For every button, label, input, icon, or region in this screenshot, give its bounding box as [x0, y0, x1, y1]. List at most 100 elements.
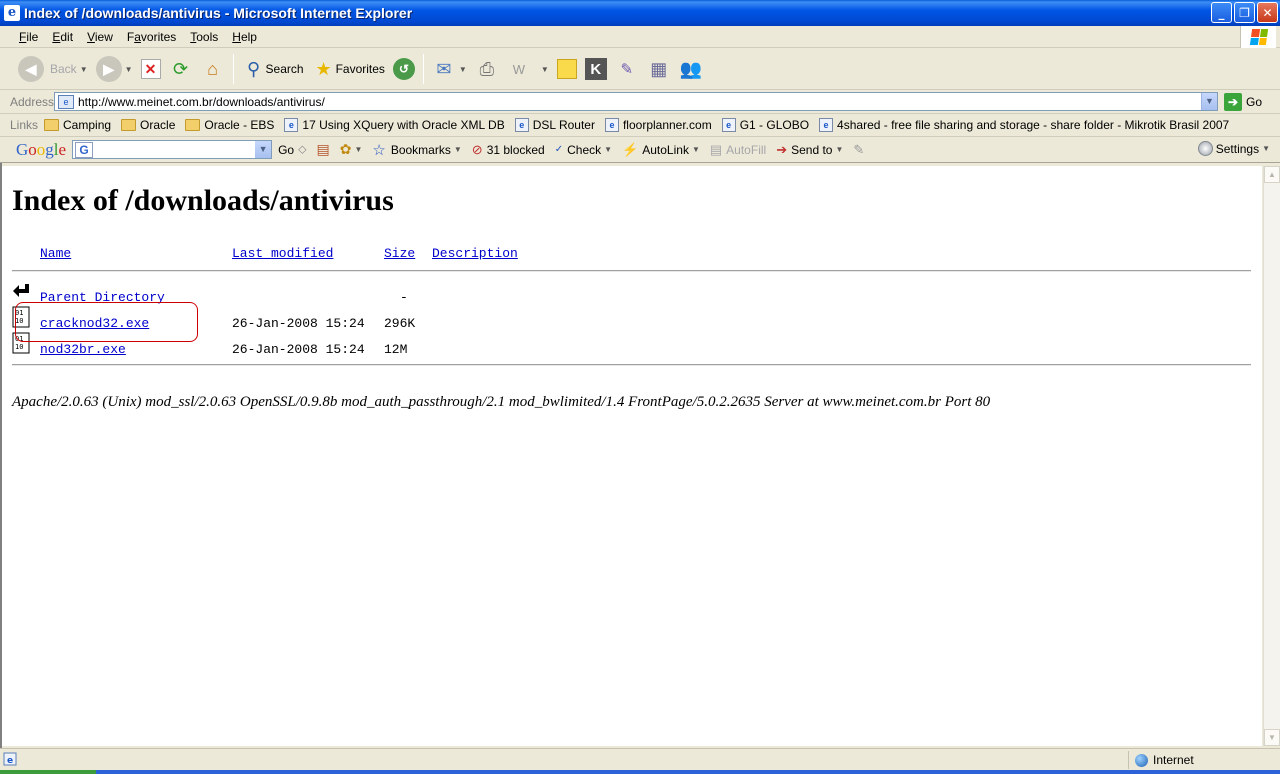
star-icon: ★: [315, 58, 332, 79]
google-g-icon: G: [75, 141, 94, 158]
close-button[interactable]: ✕: [1257, 2, 1278, 23]
home-button[interactable]: ⌂: [197, 51, 229, 87]
go-button[interactable]: ➔ Go: [1224, 92, 1262, 111]
menu-edit[interactable]: Edit: [45, 30, 80, 44]
minimize-button[interactable]: _: [1211, 2, 1232, 23]
google-search-input[interactable]: G ▼: [72, 140, 273, 159]
research-button[interactable]: ✎: [611, 51, 643, 87]
popup-blocker-icon: ⊘: [471, 141, 483, 157]
svg-text:10: 10: [15, 343, 23, 351]
link-g1-globo[interactable]: e G1 - GLOBO: [721, 118, 809, 132]
link-oracle[interactable]: Oracle: [121, 118, 175, 132]
print-button[interactable]: ⎙: [471, 51, 503, 87]
mail-icon: ✉: [436, 58, 452, 79]
link-floorplanner[interactable]: e floorplanner.com: [604, 118, 712, 132]
divider: [12, 270, 1251, 272]
menu-favorites[interactable]: Favorites: [120, 30, 183, 44]
column-header-last-modified[interactable]: Last modified: [232, 246, 333, 266]
ie-logo-icon: e: [4, 5, 20, 21]
links-bar: Links Camping Oracle Oracle - EBS e 17 Us…: [0, 114, 1280, 137]
page-title: Index of /downloads/antivirus: [12, 184, 394, 217]
windows-flag-icon: [1240, 26, 1276, 48]
menu-view[interactable]: View: [80, 30, 120, 44]
status-bar: e Internet: [0, 748, 1280, 770]
puzzle-icon[interactable]: ✿ ▼: [340, 141, 363, 158]
autofill-button[interactable]: ▤ AutoFill: [710, 142, 766, 158]
home-icon: ⌂: [207, 58, 218, 79]
highlighter-icon[interactable]: ✎: [853, 142, 864, 158]
bookmarks-button[interactable]: ☆ Bookmarks ▼: [372, 141, 461, 159]
window-title: Index of /downloads/antivirus - Microsof…: [24, 5, 413, 21]
scroll-up-button[interactable]: ▲: [1264, 166, 1280, 183]
google-go-button[interactable]: Go ⬦: [278, 142, 306, 157]
link-camping[interactable]: Camping: [44, 118, 111, 132]
messenger-button[interactable]: 👥: [675, 51, 707, 87]
send-arrow-icon: ➔: [776, 141, 788, 157]
link-oracle-ebs[interactable]: Oracle - EBS: [185, 118, 274, 132]
scroll-down-button[interactable]: ▼: [1264, 729, 1280, 746]
server-signature: Apache/2.0.63 (Unix) mod_ssl/2.0.63 Open…: [12, 394, 991, 410]
edit-button[interactable]: W ▼: [503, 51, 553, 87]
history-icon: ↺: [392, 58, 415, 80]
k-button[interactable]: K: [581, 51, 611, 87]
sendto-button[interactable]: ➔ Send to ▼: [776, 142, 843, 158]
research-icon: ✎: [620, 61, 634, 78]
list-item-modified: 26-Jan-2008 15:24: [232, 342, 365, 357]
folder-icon: [44, 119, 60, 131]
menu-bar: File Edit View Favorites Tools Help: [0, 26, 1280, 48]
news-icon[interactable]: ▤: [316, 141, 329, 158]
google-search-dropdown[interactable]: ▼: [255, 141, 272, 158]
google-settings-button[interactable]: Settings ▼: [1197, 141, 1270, 156]
stop-button[interactable]: ✕: [137, 51, 165, 87]
sticky-note-icon: [556, 59, 577, 79]
maximize-button[interactable]: ❐: [1234, 2, 1255, 23]
link-dsl-router[interactable]: e DSL Router: [514, 118, 595, 132]
title-bar: e Index of /downloads/antivirus - Micros…: [0, 0, 1280, 26]
address-dropdown-button[interactable]: ▼: [1201, 93, 1217, 110]
back-arrow-icon: ◀: [18, 56, 44, 82]
k-icon: K: [584, 58, 607, 80]
note-button[interactable]: [553, 51, 581, 87]
column-header-description[interactable]: Description: [432, 246, 518, 266]
mail-button[interactable]: ✉ ▼: [428, 51, 471, 87]
popup-blocked-button[interactable]: ⊘ 31 blocked: [472, 142, 545, 158]
column-header-name[interactable]: Name: [40, 246, 71, 266]
column-header-size[interactable]: Size: [384, 246, 415, 266]
address-url[interactable]: http://www.meinet.com.br/downloads/antiv…: [78, 95, 1201, 109]
refresh-button[interactable]: ⟳: [165, 51, 197, 87]
globe-icon: [1135, 753, 1148, 767]
forward-button[interactable]: ▶ ▼: [92, 51, 137, 87]
autolink-button[interactable]: ⚡ AutoLink ▼: [622, 142, 700, 158]
red-highlight-annotation: [15, 302, 198, 342]
list-item-size: -: [400, 290, 408, 305]
folder-icon: [121, 119, 137, 131]
list-item-size: 12M: [384, 342, 408, 357]
menu-tools[interactable]: Tools: [183, 30, 225, 44]
list-item-modified: 26-Jan-2008 15:24: [232, 316, 365, 331]
taskbar-edge: [0, 770, 1280, 774]
link-xquery[interactable]: e 17 Using XQuery with Oracle XML DB: [284, 118, 505, 132]
back-button[interactable]: ◀ Back ▼: [14, 51, 92, 87]
page-status-icon: e: [3, 752, 19, 768]
favorites-button[interactable]: ★ Favorites: [308, 51, 389, 87]
address-input[interactable]: e http://www.meinet.com.br/downloads/ant…: [54, 92, 1218, 111]
star-outline-icon: ☆: [372, 141, 386, 159]
settings-icon: [1197, 141, 1213, 156]
history-button[interactable]: ↺: [389, 51, 419, 87]
spellcheck-button[interactable]: ✓ Check ▼: [555, 143, 612, 157]
messenger-icon: 👥: [679, 58, 702, 79]
menu-file[interactable]: File: [12, 30, 45, 44]
menu-help[interactable]: Help: [225, 30, 264, 44]
toolbox-icon: ▦: [650, 58, 668, 79]
list-item-nod32br[interactable]: nod32br.exe: [40, 342, 126, 362]
svg-text:e: e: [7, 756, 13, 766]
list-item-size: 296K: [384, 316, 416, 331]
google-logo[interactable]: Google: [16, 140, 66, 160]
autofill-icon: ▤: [709, 141, 723, 157]
search-button[interactable]: ⚲ Search: [238, 51, 308, 87]
ie-page-icon: e: [721, 118, 736, 132]
vertical-scrollbar[interactable]: ▲ ▼: [1263, 166, 1280, 746]
address-label: Address: [10, 94, 55, 109]
link-4shared[interactable]: e 4shared - free file sharing and storage…: [819, 118, 1229, 132]
tools-button[interactable]: ▦: [643, 51, 675, 87]
